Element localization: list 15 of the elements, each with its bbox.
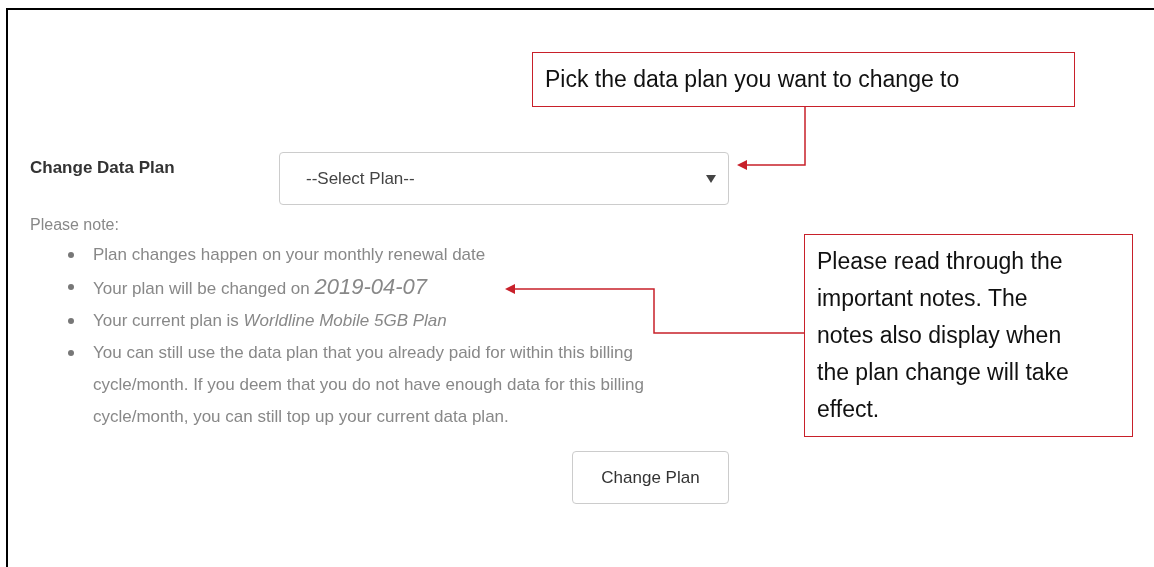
callout-text: Please read through the important notes. The notes also display when the plan change will take effect.: [817, 248, 1069, 422]
note-heading: Please note:: [30, 215, 120, 235]
callout-text: Pick the data plan you want to change to: [545, 66, 960, 92]
bullet: [68, 252, 74, 258]
note-text: Plan changes happen on your monthly renewal date: [93, 244, 487, 266]
note-text: Your plan will be changed on 2019-04-07: [93, 273, 429, 301]
bullet: [68, 350, 74, 356]
caret-icon: [706, 174, 716, 183]
note-text: Your current plan is Worldline Mobile 5GB Plan: [93, 310, 448, 332]
bullet: [68, 318, 74, 324]
note-text: You can still use the data plan that you already paid for within this billing cycle/month. If you deem that you do not have enough data for this billing cycle/month, you can still top up your current data plan.: [93, 342, 645, 428]
bullet: [68, 284, 74, 290]
field-label: Change Data Plan: [30, 157, 176, 178]
change-plan-button[interactable]: Change Plan: [572, 451, 729, 504]
plan-select[interactable]: --Select Plan--: [279, 152, 729, 205]
